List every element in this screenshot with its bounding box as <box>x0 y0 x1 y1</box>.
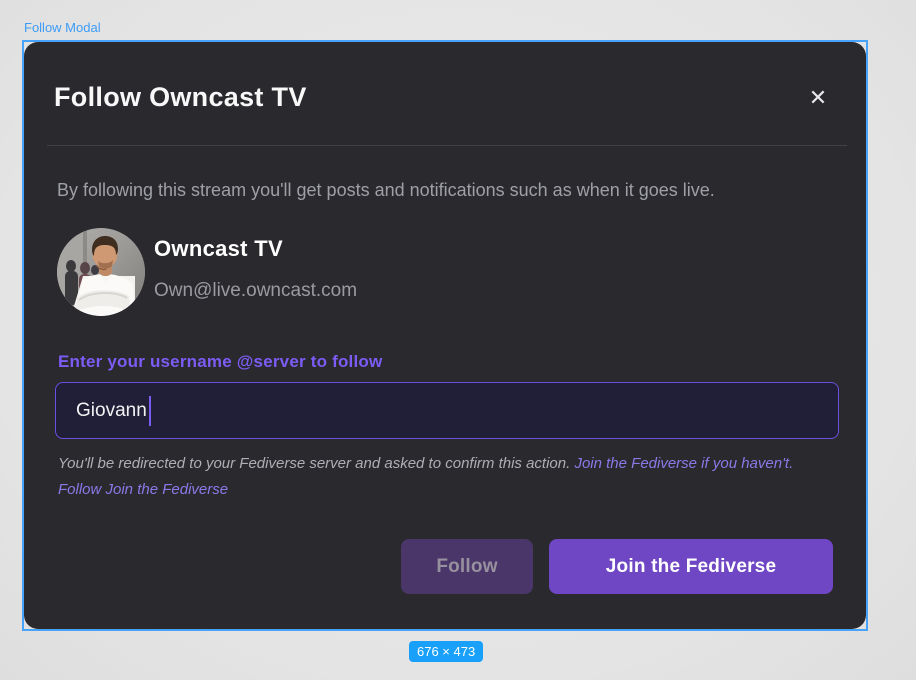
modal-footer: Follow Join the Fediverse <box>401 539 833 594</box>
avatar <box>57 228 145 316</box>
divider <box>47 145 847 146</box>
follow-modal: Follow Owncast TV ✕ By following this st… <box>24 42 866 629</box>
dimensions-badge: 676 × 473 <box>409 641 483 662</box>
follow-join-links[interactable]: Follow Join the Fediverse <box>58 481 228 498</box>
username-input[interactable]: Giovann <box>55 382 839 439</box>
text-caret <box>149 396 151 426</box>
close-icon: ✕ <box>809 85 827 111</box>
close-button[interactable]: ✕ <box>802 82 834 114</box>
account-address: Own@live.owncast.com <box>154 280 357 302</box>
figma-canvas: Follow Modal Follow Owncast TV ✕ By foll… <box>0 0 916 680</box>
modal-description: By following this stream you'll get post… <box>57 180 837 201</box>
avatar-image <box>57 228 145 316</box>
join-fediverse-link[interactable]: Join the Fediverse if you haven't. <box>574 455 793 472</box>
account-name: Owncast TV <box>154 236 283 262</box>
join-fediverse-button[interactable]: Join the Fediverse <box>549 539 833 594</box>
figma-selection-outline: Follow Owncast TV ✕ By following this st… <box>22 40 868 631</box>
helper-text-plain: You'll be redirected to your Fediverse s… <box>58 455 574 472</box>
modal-title: Follow Owncast TV <box>54 82 307 113</box>
username-input-label: Enter your username @server to follow <box>58 352 382 372</box>
helper-text: You'll be redirected to your Fediverse s… <box>58 455 838 472</box>
username-input-value: Giovann <box>76 400 147 422</box>
frame-label[interactable]: Follow Modal <box>24 20 101 35</box>
follow-button[interactable]: Follow <box>401 539 533 594</box>
